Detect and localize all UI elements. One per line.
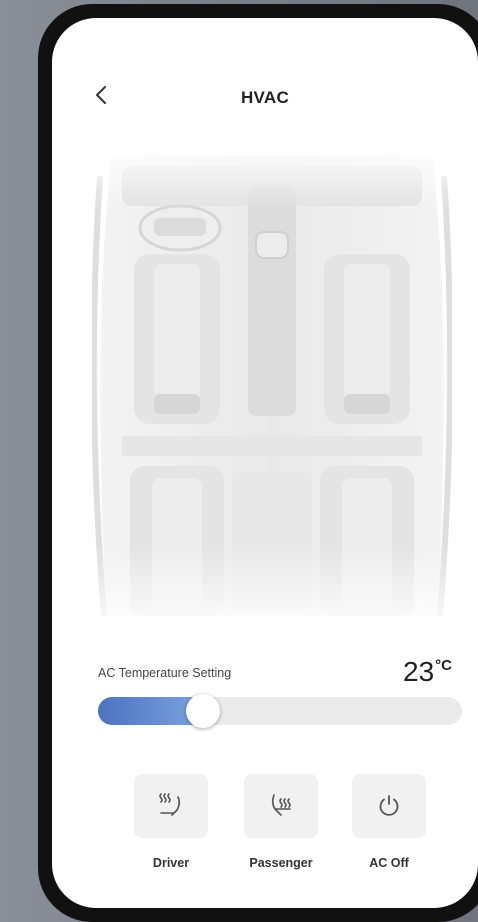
phone-frame: HVAC AC Temperature Setting 23°C Driver … bbox=[38, 4, 478, 922]
driver-label: Driver bbox=[152, 856, 190, 870]
seat-heat-icon bbox=[159, 793, 181, 816]
slider-thumb[interactable] bbox=[186, 694, 220, 728]
passenger-label: Passenger bbox=[249, 856, 313, 870]
page-title: HVAC bbox=[240, 88, 290, 107]
seat-ventilation-icon bbox=[271, 794, 291, 816]
ac-power-button[interactable] bbox=[352, 774, 426, 838]
temperature-value: 23°C bbox=[403, 656, 452, 688]
hvac-screen: HVAC AC Temperature Setting 23°C Driver … bbox=[52, 18, 478, 908]
car-top-view-image bbox=[92, 136, 452, 636]
temperature-unit: °C bbox=[435, 657, 452, 674]
temperature-label: AC Temperature Setting bbox=[98, 666, 232, 680]
temperature-slider[interactable] bbox=[98, 694, 462, 728]
passenger-seat-button[interactable] bbox=[244, 774, 318, 838]
ac-off-label: AC Off bbox=[369, 856, 409, 870]
temperature-number: 23 bbox=[403, 656, 435, 687]
driver-seat-button[interactable] bbox=[134, 774, 208, 838]
power-icon bbox=[379, 795, 399, 816]
